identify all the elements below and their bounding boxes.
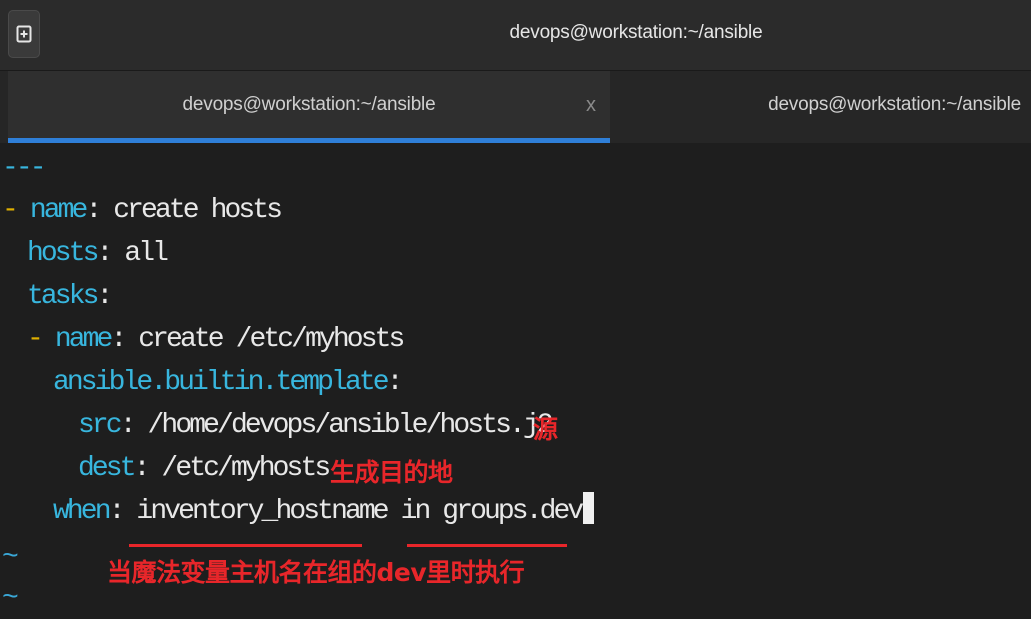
code-line-2: - name: create hosts (2, 195, 283, 226)
text-cursor (583, 492, 595, 524)
terminal-editor[interactable]: --- - name: create hosts hosts: all task… (0, 143, 1031, 614)
annotation-dest: 生成目的地 (330, 458, 453, 487)
code-line-9: when: inventory_hostname in groups.dev (53, 492, 595, 532)
annotation-underline-hostname (129, 544, 362, 547)
tab-label: devops@workstation:~/ansible (182, 94, 436, 115)
tab-inactive[interactable]: devops@workstation:~/ansible (610, 71, 1031, 143)
tab-label: devops@workstation:~/ansible (768, 94, 1021, 115)
code-line-4: tasks: (27, 281, 113, 312)
code-line-8: dest: /etc/myhosts (78, 453, 331, 484)
code-line-6: ansible.builtin.template: (53, 367, 403, 398)
annotation-src: 源 (533, 415, 558, 444)
window-title: devops@workstation:~/ansible (509, 22, 763, 43)
tab-bar: devops@workstation:~/ansible x devops@wo… (0, 71, 1031, 143)
code-line-1: --- (2, 153, 47, 184)
close-icon[interactable]: x (586, 71, 596, 139)
empty-line-marker: ~ (2, 583, 19, 614)
empty-line-marker: ~ (2, 542, 19, 573)
code-line-3: hosts: all (27, 238, 169, 269)
annotation-when: 当魔法变量主机名在组的dev里时执行 (107, 558, 525, 587)
code-line-5: - name: create /etc/myhosts (27, 324, 405, 355)
tab-active[interactable]: devops@workstation:~/ansible x (8, 71, 610, 143)
code-line-7: src: /home/devops/ansible/hosts.j2 (78, 410, 554, 441)
title-bar: devops@workstation:~/ansible (0, 0, 1031, 71)
annotation-underline-groups (407, 544, 567, 547)
